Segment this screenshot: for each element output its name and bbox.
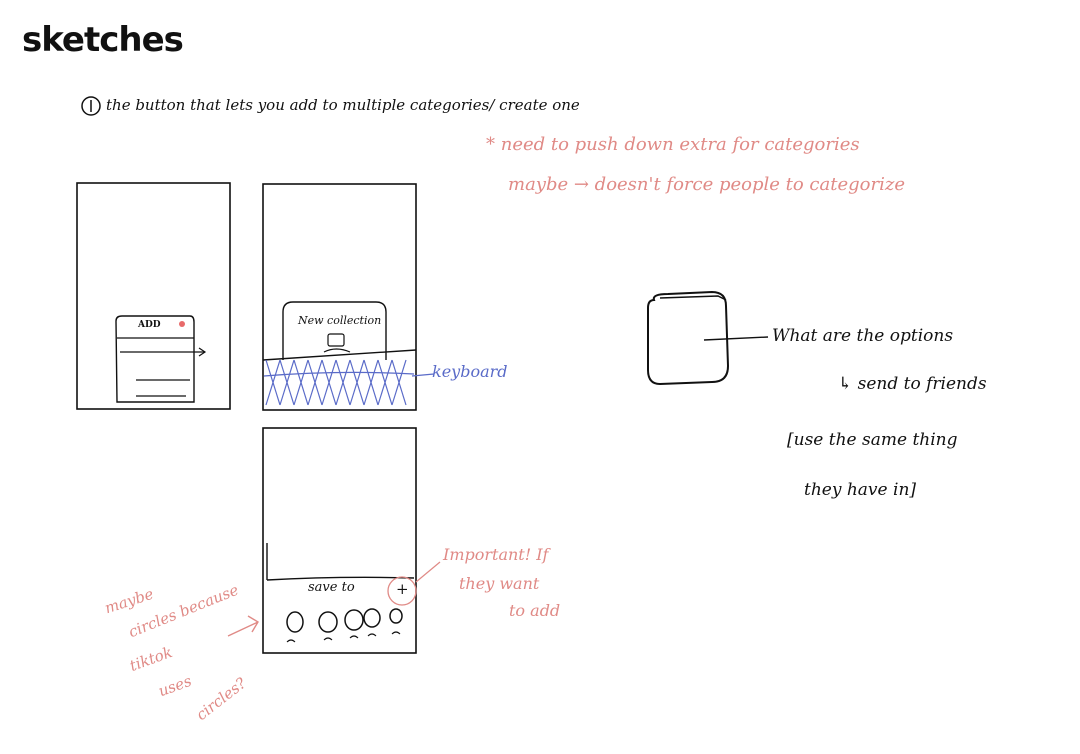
important-line-1: Important! If <box>443 545 549 564</box>
category-circles <box>286 608 403 633</box>
new-collection-label: New collection <box>298 314 382 327</box>
important-line-2: they want <box>459 574 540 593</box>
keyboard-hatch <box>263 359 415 406</box>
phone-frame-2 <box>262 183 417 411</box>
save-to-label: save to <box>308 580 355 595</box>
thumb-icon <box>327 333 345 347</box>
item-1-label: the button that lets you add to multiple… <box>106 96 580 114</box>
important-line-3: to add <box>509 601 561 620</box>
keyboard-annotation: keyboard <box>432 362 508 381</box>
send-to-friends: ↳ send to friends <box>838 374 987 394</box>
add-red-dot <box>179 321 185 327</box>
note-maybe: maybe → doesn't force people to categori… <box>508 174 905 195</box>
circles-arrow <box>227 615 259 637</box>
important-pointer <box>415 561 441 583</box>
use-same-thing: [use the same thing <box>787 430 958 450</box>
add-label: ADD <box>138 320 161 330</box>
page-title: sketches <box>22 20 184 60</box>
options-pointer <box>703 336 769 341</box>
options-question: What are the options <box>772 326 954 346</box>
phone-frame-1 <box>76 182 231 410</box>
plus-icon: + <box>396 580 409 598</box>
item-1-text: the button that lets you add to multiple… <box>86 96 580 114</box>
phone-frame-3 <box>262 427 417 654</box>
new-collection-popup <box>282 301 387 360</box>
note-push-down: * need to push down extra for categories <box>486 134 860 155</box>
options-square <box>647 290 730 386</box>
they-have-in: they have in] <box>804 480 917 500</box>
